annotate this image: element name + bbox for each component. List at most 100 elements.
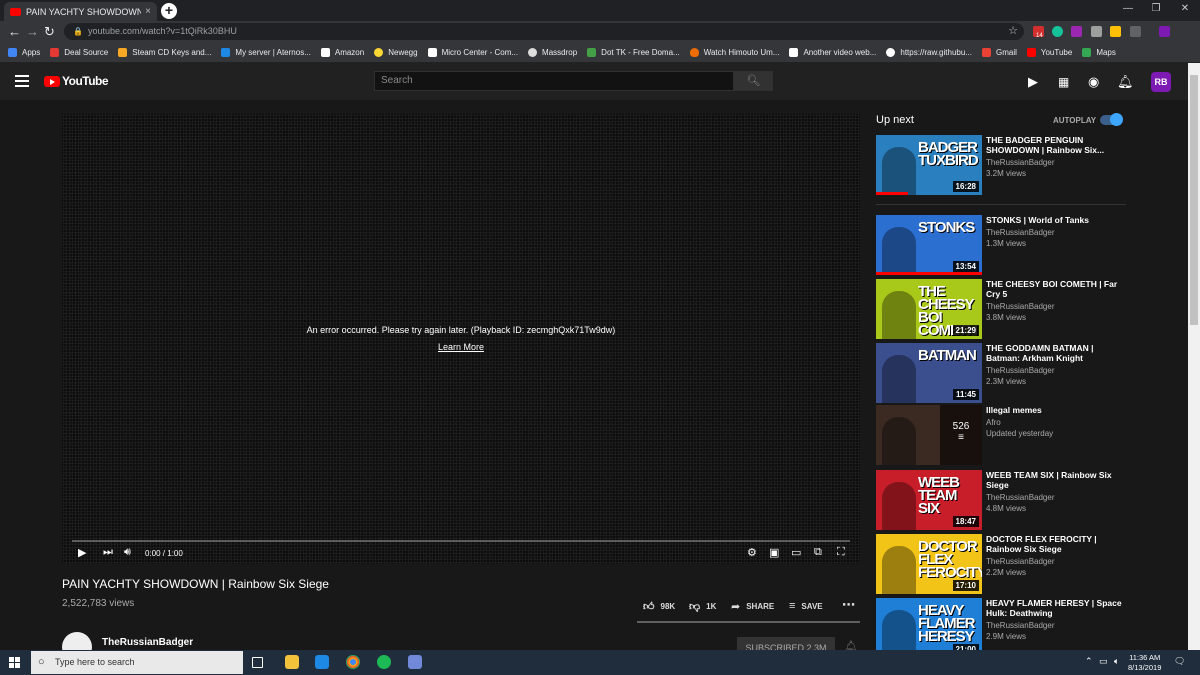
bookmark-item[interactable]: Dot TK - Free Doma... — [587, 47, 680, 57]
apps-grid-icon[interactable]: ▦ — [1058, 76, 1069, 88]
dislike-button[interactable]: 👎︎ 1K — [689, 600, 716, 613]
video-thumbnail[interactable]: BADGER TUXBIRD 16:28 — [876, 135, 982, 195]
discord-icon[interactable] — [408, 655, 422, 669]
windows-start-icon[interactable] — [9, 657, 21, 669]
up-next-card[interactable]: 526 ≡ Illegal memes Afro Updated yesterday — [876, 405, 1176, 465]
video-thumbnail[interactable]: HEAVY FLAMER HERESY21:00 — [876, 598, 982, 658]
share-button[interactable]: ➦ SHARE — [731, 600, 774, 613]
new-tab-button[interactable]: + — [161, 3, 177, 19]
video-thumbnail[interactable]: THE CHEESY BOI COMETH 21:29 — [876, 279, 982, 339]
like-button[interactable]: 👍︎ 98K — [643, 600, 675, 613]
card-channel[interactable]: TheRussianBadger — [986, 366, 1126, 375]
extension-icon-3[interactable] — [1130, 26, 1141, 37]
card-channel[interactable]: Afro — [986, 418, 1126, 427]
search-input[interactable]: Search — [374, 71, 734, 91]
task-view-icon[interactable] — [252, 657, 263, 668]
card-title[interactable]: WEEB TEAM SIX | Rainbow Six Siege — [986, 470, 1126, 490]
miniplayer-icon[interactable]: ▣ — [769, 546, 779, 559]
bookmark-item[interactable]: Maps — [1082, 47, 1116, 57]
card-title[interactable]: HEAVY FLAMER HERESY | Space Hulk: Deathw… — [986, 598, 1126, 618]
video-thumbnail[interactable]: 526 ≡ — [876, 405, 982, 465]
fullscreen-icon[interactable]: ⛶ — [837, 546, 845, 559]
bookmark-item[interactable]: My server | Aternos... — [221, 47, 311, 57]
address-bar[interactable]: 🔒 youtube.com/watch?v=1tQiRk30BHU ☆ — [64, 23, 1024, 40]
theater-mode-icon[interactable]: ▭ — [791, 546, 801, 559]
play-icon[interactable]: ▶ — [78, 546, 86, 559]
up-next-card[interactable]: BADGER TUXBIRD 16:28 THE BADGER PENGUIN SH… — [876, 135, 1176, 195]
action-center-icon[interactable]: 🗨︎ — [1174, 656, 1185, 667]
extension-icon[interactable] — [1091, 26, 1102, 37]
up-next-card[interactable]: STONKS 13:54 STONKS | World of Tanks TheRus… — [876, 215, 1176, 275]
video-thumbnail[interactable]: STONKS 13:54 — [876, 215, 982, 275]
more-actions-icon[interactable]: ⋯ — [842, 597, 855, 613]
chrome-icon[interactable] — [346, 655, 360, 669]
back-arrow-icon[interactable]: ← — [8, 23, 21, 40]
next-video-icon[interactable]: ⏭ — [103, 546, 113, 559]
bookmark-item[interactable]: Watch Himouto Um... — [689, 47, 779, 57]
store-icon[interactable] — [315, 655, 329, 669]
close-window-button[interactable]: ✕ — [1170, 0, 1200, 18]
taskbar-search-input[interactable]: ○ Type here to search — [31, 651, 243, 674]
card-title[interactable]: THE CHEESY BOI COMETH | Far Cry 5 — [986, 279, 1126, 299]
scrollbar-thumb[interactable] — [1190, 75, 1198, 325]
extension-icon-2[interactable] — [1110, 26, 1121, 37]
card-channel[interactable]: TheRussianBadger — [986, 557, 1126, 566]
bookmark-item[interactable]: Steam CD Keys and... — [118, 47, 211, 57]
grammarly-extension-icon[interactable] — [1052, 26, 1063, 37]
card-title[interactable]: DOCTOR FLEX FEROCITY | Rainbow Six Siege — [986, 534, 1126, 554]
card-title[interactable]: THE BADGER PENGUIN SHOWDOWN | Rainbow Si… — [986, 135, 1126, 155]
learn-more-link[interactable]: Learn More — [62, 342, 860, 352]
bookmark-item[interactable]: https://raw.githubu... — [886, 47, 972, 57]
volume-icon[interactable]: 🔊︎ — [124, 546, 131, 559]
system-clock[interactable]: 11:36 AM 8/13/2019 — [1128, 653, 1161, 673]
reload-icon[interactable]: ↻ — [44, 23, 55, 40]
profile-icon[interactable] — [1159, 26, 1170, 37]
bookmark-item[interactable]: Deal Source — [50, 47, 108, 57]
bookmark-item[interactable]: Amazon — [320, 47, 364, 57]
account-avatar[interactable]: RB — [1151, 72, 1171, 92]
card-channel[interactable]: TheRussianBadger — [986, 302, 1126, 311]
video-thumbnail[interactable]: DOCTOR FLEX FEROCITY 17:10 — [876, 534, 982, 594]
card-channel[interactable]: TheRussianBadger — [986, 158, 1126, 167]
channel-name[interactable]: TheRussianBadger — [102, 637, 193, 648]
bookmark-item[interactable]: Micro Center - Com... — [427, 47, 518, 57]
card-channel[interactable]: TheRussianBadger — [986, 493, 1126, 502]
bookmark-item[interactable]: Massdrop — [528, 47, 577, 57]
save-button[interactable]: ≡ SAVE — [789, 600, 823, 612]
browser-tab[interactable]: PAIN YACHTY SHOWDOWN | Rai × — [4, 2, 157, 21]
video-thumbnail[interactable]: BATMAN 11:45 — [876, 343, 982, 403]
maximize-button[interactable]: ❐ — [1141, 0, 1171, 18]
spotify-icon[interactable] — [377, 655, 391, 669]
autoplay-toggle[interactable] — [1100, 113, 1123, 126]
messages-icon[interactable]: ◉ — [1088, 75, 1099, 88]
bookmark-item[interactable]: YouTube — [1026, 47, 1072, 57]
card-channel[interactable]: TheRussianBadger — [986, 228, 1126, 237]
notifications-bell-icon[interactable]: 🔔︎ — [1117, 75, 1134, 88]
file-explorer-icon[interactable] — [285, 655, 299, 669]
network-icon[interactable]: ▭ — [1099, 656, 1108, 667]
forward-arrow-icon[interactable]: → — [26, 23, 39, 40]
bookmark-item[interactable]: Another video web... — [789, 47, 876, 57]
progress-bar[interactable] — [72, 540, 850, 542]
page-scrollbar[interactable] — [1188, 63, 1200, 650]
card-title[interactable]: THE GODDAMN BATMAN | Batman: Arkham Knig… — [986, 343, 1126, 363]
create-video-icon[interactable]: ▶ — [1028, 75, 1038, 88]
video-thumbnail[interactable]: WEEB TEAM SIX 18:47 — [876, 470, 982, 530]
tray-chevron-icon[interactable]: ⌃ — [1085, 656, 1093, 667]
card-title[interactable]: STONKS | World of Tanks — [986, 215, 1126, 225]
up-next-card[interactable]: WEEB TEAM SIX 18:47 WEEB TEAM SIX | Rainbo… — [876, 470, 1176, 530]
up-next-card[interactable]: BATMAN 11:45 THE GODDAMN BATMAN | Batman: … — [876, 343, 1176, 403]
card-title[interactable]: Illegal memes — [986, 405, 1126, 415]
bookmark-item[interactable]: Gmail — [981, 47, 1017, 57]
cast-icon[interactable]: ⧉ — [814, 546, 822, 559]
settings-gear-icon[interactable]: ⚙ — [747, 546, 757, 559]
bookmark-item[interactable]: Apps — [8, 47, 40, 57]
bookmark-item[interactable]: Newegg — [374, 47, 418, 57]
search-button[interactable]: 🔍︎ — [734, 71, 773, 91]
r-extension-icon[interactable] — [1071, 26, 1082, 37]
minimize-button[interactable]: — — [1113, 0, 1143, 18]
up-next-card[interactable]: HEAVY FLAMER HERESY21:00HEAVY FLAMER HER… — [876, 598, 1176, 658]
card-channel[interactable]: TheRussianBadger — [986, 621, 1126, 630]
video-player[interactable]: An error occurred. Please try again late… — [62, 114, 860, 564]
up-next-card[interactable]: THE CHEESY BOI COMETH 21:29 THE CHEESY BOI… — [876, 279, 1176, 339]
